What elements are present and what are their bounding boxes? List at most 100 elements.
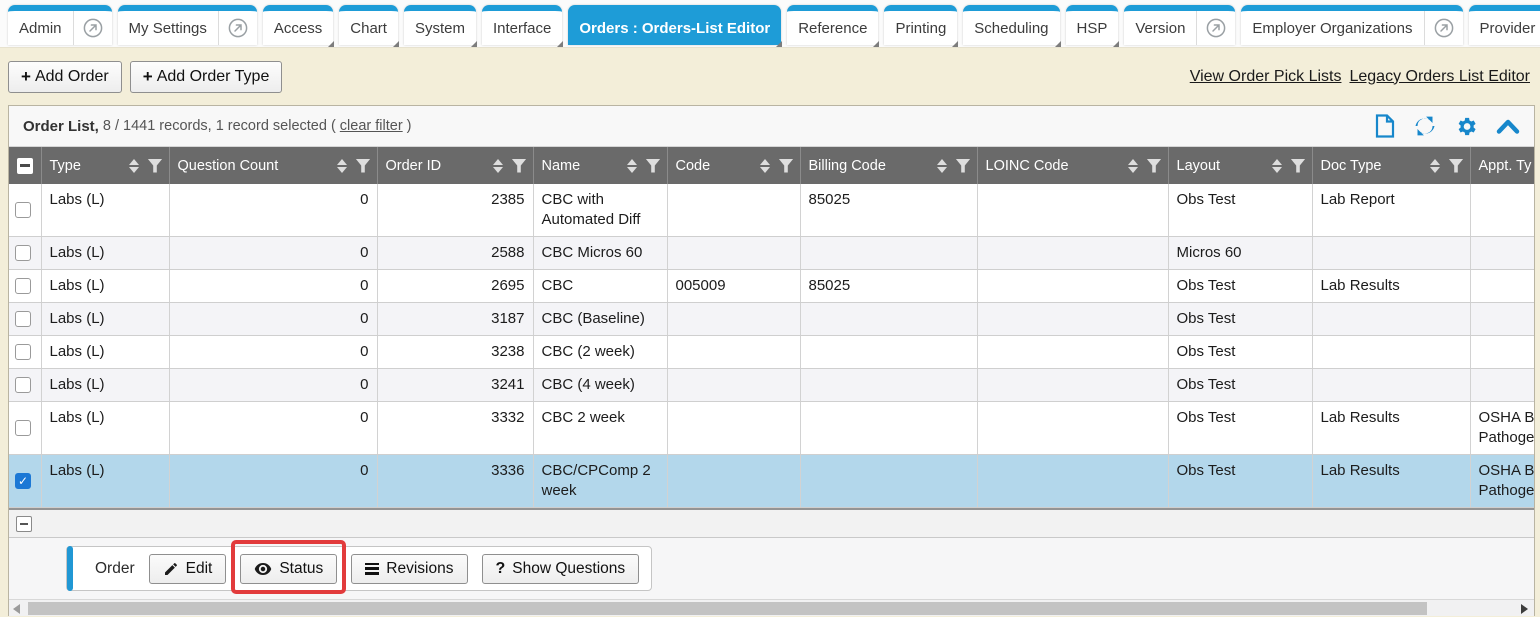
scroll-right-arrow-icon[interactable] <box>1521 604 1528 614</box>
column-header-doc-type[interactable]: Doc Type <box>1312 147 1470 184</box>
collapse-panel-chevron-icon[interactable] <box>1496 118 1520 135</box>
row-checkbox[interactable] <box>15 420 31 436</box>
table-row[interactable]: Labs (L)0 2695CBC 00500985025 Obs Test L… <box>9 270 1534 303</box>
table-row[interactable]: Labs (L)0 3238CBC (2 week) Obs Test <box>9 336 1534 369</box>
tab-label: Printing <box>884 11 957 45</box>
order-table: Type Question Count Order ID Name Code B… <box>9 147 1534 508</box>
column-header-loinc-code[interactable]: LOINC Code <box>977 147 1168 184</box>
tab-my-settings[interactable]: My Settings <box>118 5 257 45</box>
revisions-button[interactable]: Revisions <box>351 554 467 584</box>
table-row[interactable]: Labs (L)0 3241CBC (4 week) Obs Test <box>9 369 1534 402</box>
column-label: Layout <box>1177 158 1221 174</box>
tab-version[interactable]: Version <box>1124 5 1235 45</box>
filter-icon[interactable] <box>956 159 971 173</box>
sort-icon[interactable] <box>1272 159 1282 173</box>
row-checkbox[interactable] <box>15 311 31 327</box>
new-document-icon[interactable] <box>1375 114 1395 138</box>
filter-icon[interactable] <box>1449 159 1464 173</box>
column-header-billing-code[interactable]: Billing Code <box>800 147 977 184</box>
row-checkbox[interactable] <box>15 202 31 218</box>
row-checkbox[interactable] <box>15 377 31 393</box>
column-label: Doc Type <box>1321 158 1382 174</box>
scrollbar-thumb[interactable] <box>28 602 1427 615</box>
select-all-header[interactable] <box>9 147 41 184</box>
edit-button[interactable]: Edit <box>149 554 227 584</box>
row-checkbox[interactable] <box>15 278 31 294</box>
column-header-layout[interactable]: Layout <box>1168 147 1312 184</box>
sort-icon[interactable] <box>1430 159 1440 173</box>
detail-collapse-row <box>9 508 1534 538</box>
filter-icon[interactable] <box>512 159 527 173</box>
column-header-order-id[interactable]: Order ID <box>377 147 533 184</box>
table-row[interactable]: Labs (L)0 2385CBC with Automated Diff 85… <box>9 184 1534 237</box>
tab-label: Version <box>1124 11 1196 45</box>
tab-label: Orders : Orders-List Editor <box>568 11 781 45</box>
sort-icon[interactable] <box>627 159 637 173</box>
sort-icon[interactable] <box>337 159 347 173</box>
column-header-name[interactable]: Name <box>533 147 667 184</box>
tab-scheduling[interactable]: Scheduling <box>963 5 1059 45</box>
tab-label: HSP <box>1066 11 1119 45</box>
status-button[interactable]: Status <box>240 554 337 584</box>
tab-label: Access <box>263 11 333 45</box>
tab-provider-management[interactable]: Provider Management <box>1469 5 1540 45</box>
column-label: Appt. Ty <box>1479 158 1532 174</box>
tab-admin[interactable]: Admin <box>8 5 112 45</box>
column-header-question-count[interactable]: Question Count <box>169 147 377 184</box>
select-all-checkbox[interactable] <box>17 158 33 174</box>
table-row-selected[interactable]: ✓ Labs (L)0 3336CBC/CPComp 2 week Obs Te… <box>9 455 1534 508</box>
column-header-code[interactable]: Code <box>667 147 800 184</box>
sort-icon[interactable] <box>937 159 947 173</box>
collapse-detail-icon[interactable] <box>16 516 32 532</box>
row-checkbox[interactable] <box>15 245 31 261</box>
view-order-pick-lists-link[interactable]: View Order Pick Lists <box>1190 68 1342 86</box>
column-label: Order ID <box>386 158 442 174</box>
sort-icon[interactable] <box>760 159 770 173</box>
clear-filter-link[interactable]: clear filter <box>340 118 403 134</box>
row-checkbox-checked[interactable]: ✓ <box>15 473 31 489</box>
filter-icon[interactable] <box>356 159 371 173</box>
external-link-icon[interactable] <box>73 11 112 45</box>
question-mark-icon: ? <box>496 560 506 578</box>
table-row[interactable]: Labs (L)0 3332CBC 2 week Obs Test Lab Re… <box>9 402 1534 455</box>
filter-icon[interactable] <box>646 159 661 173</box>
edit-label: Edit <box>186 560 213 578</box>
filter-icon[interactable] <box>1147 159 1162 173</box>
horizontal-scrollbar[interactable] <box>9 599 1534 616</box>
tab-system[interactable]: System <box>404 5 476 45</box>
external-link-icon[interactable] <box>1424 11 1463 45</box>
column-header-appt-type[interactable]: Appt. Ty <box>1470 147 1534 184</box>
tab-employer-organizations[interactable]: Employer Organizations <box>1241 5 1462 45</box>
top-tab-bar: Admin My Settings Access Chart System In… <box>0 0 1540 48</box>
tab-chart[interactable]: Chart <box>339 5 398 45</box>
external-link-icon[interactable] <box>1196 11 1235 45</box>
tab-reference[interactable]: Reference <box>787 5 878 45</box>
sort-icon[interactable] <box>1128 159 1138 173</box>
row-checkbox[interactable] <box>15 344 31 360</box>
tab-access[interactable]: Access <box>263 5 333 45</box>
external-link-icon[interactable] <box>218 11 257 45</box>
order-list-panel: Order List, 8 / 1441 records, 1 record s… <box>8 105 1535 616</box>
filter-icon[interactable] <box>779 159 794 173</box>
show-questions-button[interactable]: ? Show Questions <box>482 554 640 584</box>
tab-printing[interactable]: Printing <box>884 5 957 45</box>
filter-icon[interactable] <box>148 159 163 173</box>
scroll-left-arrow-icon[interactable] <box>13 604 20 614</box>
plus-icon: + <box>143 67 153 87</box>
filter-icon[interactable] <box>1291 159 1306 173</box>
tab-interface[interactable]: Interface <box>482 5 562 45</box>
add-order-button[interactable]: + Add Order <box>8 61 122 93</box>
table-row[interactable]: Labs (L)0 2588CBC Micros 60 Micros 60 <box>9 237 1534 270</box>
tab-label: My Settings <box>118 11 218 45</box>
column-header-type[interactable]: Type <box>41 147 169 184</box>
gear-icon[interactable] <box>1455 115 1478 138</box>
toolbar-group-label: Order <box>95 560 135 578</box>
table-row[interactable]: Labs (L)0 3187CBC (Baseline) Obs Test <box>9 303 1534 336</box>
add-order-type-button[interactable]: + Add Order Type <box>130 61 283 93</box>
refresh-icon[interactable] <box>1413 114 1437 138</box>
sort-icon[interactable] <box>129 159 139 173</box>
legacy-orders-list-editor-link[interactable]: Legacy Orders List Editor <box>1349 68 1530 86</box>
sort-icon[interactable] <box>493 159 503 173</box>
tab-orders-list-editor[interactable]: Orders : Orders-List Editor <box>568 5 781 45</box>
tab-hsp[interactable]: HSP <box>1066 5 1119 45</box>
